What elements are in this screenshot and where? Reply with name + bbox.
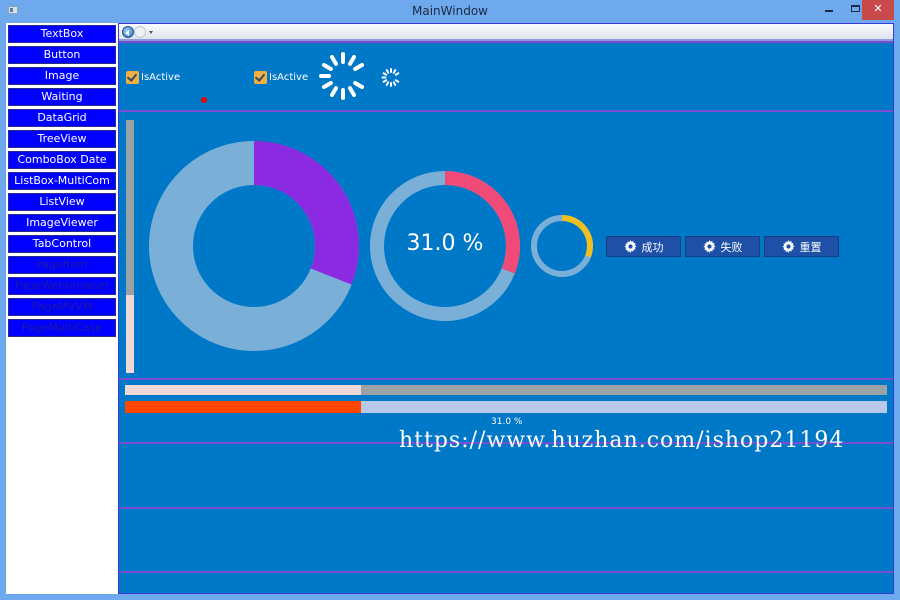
status-dot	[201, 97, 207, 103]
sidebar-item-datagrid[interactable]: DataGrid	[8, 109, 116, 127]
sidebar-item-image[interactable]: Image	[8, 67, 116, 85]
progress-fill	[125, 401, 362, 413]
vertical-progress-bar	[126, 120, 134, 373]
sidebar-item-pagemvvm[interactable]: PageMVVM	[8, 298, 116, 316]
close-icon: ✕	[873, 2, 883, 15]
small-ring-value-arc	[561, 215, 593, 258]
spinner-tick	[321, 62, 334, 72]
spinner-tick	[347, 85, 357, 98]
maximize-icon	[850, 5, 860, 12]
history-dropdown[interactable]	[149, 31, 153, 34]
loading-spinner-small-icon	[380, 66, 402, 88]
main-window: MainWindow ✕ TextBox Button Image Waiting Da…	[0, 0, 900, 600]
minimize-icon	[825, 10, 833, 12]
donut-chart	[149, 141, 359, 351]
checkbox-label: IsActive	[269, 71, 309, 83]
sidebar-item-pageitem[interactable]: PageItem	[8, 256, 116, 274]
spinner-tick	[381, 76, 387, 78]
horizontal-progress-bar-1	[125, 385, 887, 395]
forward-button[interactable]	[134, 26, 146, 38]
ring-progress-label: 31.0 %	[406, 231, 484, 256]
sidebar-item-tabcontrol[interactable]: TabControl	[8, 235, 116, 253]
ring-value-arc	[444, 171, 520, 274]
spinner-tick	[329, 54, 339, 67]
minimize-button[interactable]	[816, 0, 842, 20]
checkbox-label: IsActive	[141, 71, 181, 83]
sidebar-item-treeview[interactable]: TreeView	[8, 130, 116, 148]
fail-button[interactable]: 失败	[685, 236, 760, 257]
vertical-progress-track	[126, 120, 134, 295]
gear-icon	[702, 240, 716, 253]
reset-button[interactable]: 重置	[764, 236, 839, 257]
gear-icon	[781, 240, 795, 253]
navigation-bar	[119, 24, 893, 41]
success-button[interactable]: 成功	[606, 236, 681, 257]
button-label: 重置	[799, 240, 822, 254]
title-bar[interactable]: MainWindow ✕	[0, 0, 900, 24]
sidebar-item-pagewebbrowser[interactable]: PageWebbrowser	[8, 277, 116, 295]
checkbox-checked-icon	[254, 70, 267, 84]
button-label: 成功	[641, 240, 664, 254]
divider	[119, 110, 893, 112]
isactive-checkbox-2[interactable]: IsActive	[254, 70, 308, 84]
progress-percent-label: 31.0 %	[491, 417, 523, 427]
sidebar-item-imageviewer[interactable]: ImageViewer	[8, 214, 116, 232]
spinner-tick	[352, 80, 365, 90]
checkbox-checked-icon	[126, 70, 139, 84]
spinner-tick	[390, 81, 392, 87]
window-title: MainWindow	[412, 4, 488, 18]
close-button[interactable]: ✕	[862, 0, 894, 20]
content-frame: IsActive IsActive 31.0 % 成功 失败 重置 31.0 %…	[118, 23, 894, 594]
spinner-tick	[319, 74, 331, 78]
sidebar-item-listbox-multicom[interactable]: ListBox-MultiCom	[8, 172, 116, 190]
horizontal-progress-bar-2	[125, 401, 887, 413]
button-label: 失败	[720, 240, 743, 254]
divider	[119, 41, 893, 43]
divider	[119, 378, 893, 380]
sidebar-item-pagemulticase[interactable]: PageMultiCase	[8, 319, 116, 337]
sidebar-item-waiting[interactable]: Waiting	[8, 88, 116, 106]
sidebar-item-button[interactable]: Button	[8, 46, 116, 64]
divider	[119, 571, 893, 573]
spinner-tick	[347, 54, 357, 67]
back-button[interactable]	[122, 26, 134, 38]
spinner-tick	[341, 88, 345, 100]
spinner-tick	[321, 80, 334, 90]
small-ring-progress	[531, 215, 593, 277]
sidebar: TextBox Button Image Waiting DataGrid TreeVie…	[6, 23, 118, 594]
watermark-text: https://www.huzhan.com/ishop21194	[399, 428, 845, 453]
donut-value-slice	[253, 141, 359, 285]
spinner-tick	[341, 52, 345, 64]
spinner-tick	[352, 62, 365, 72]
isactive-checkbox-1[interactable]: IsActive	[126, 70, 180, 84]
progress-fill	[125, 385, 362, 395]
gear-icon	[623, 240, 637, 253]
divider	[119, 507, 893, 509]
spinner-tick	[329, 85, 339, 98]
sidebar-item-textbox[interactable]: TextBox	[8, 25, 116, 43]
sidebar-item-listview[interactable]: ListView	[8, 193, 116, 211]
sidebar-item-combobox-date[interactable]: ComboBox Date	[8, 151, 116, 169]
loading-spinner-large-icon	[317, 50, 369, 102]
